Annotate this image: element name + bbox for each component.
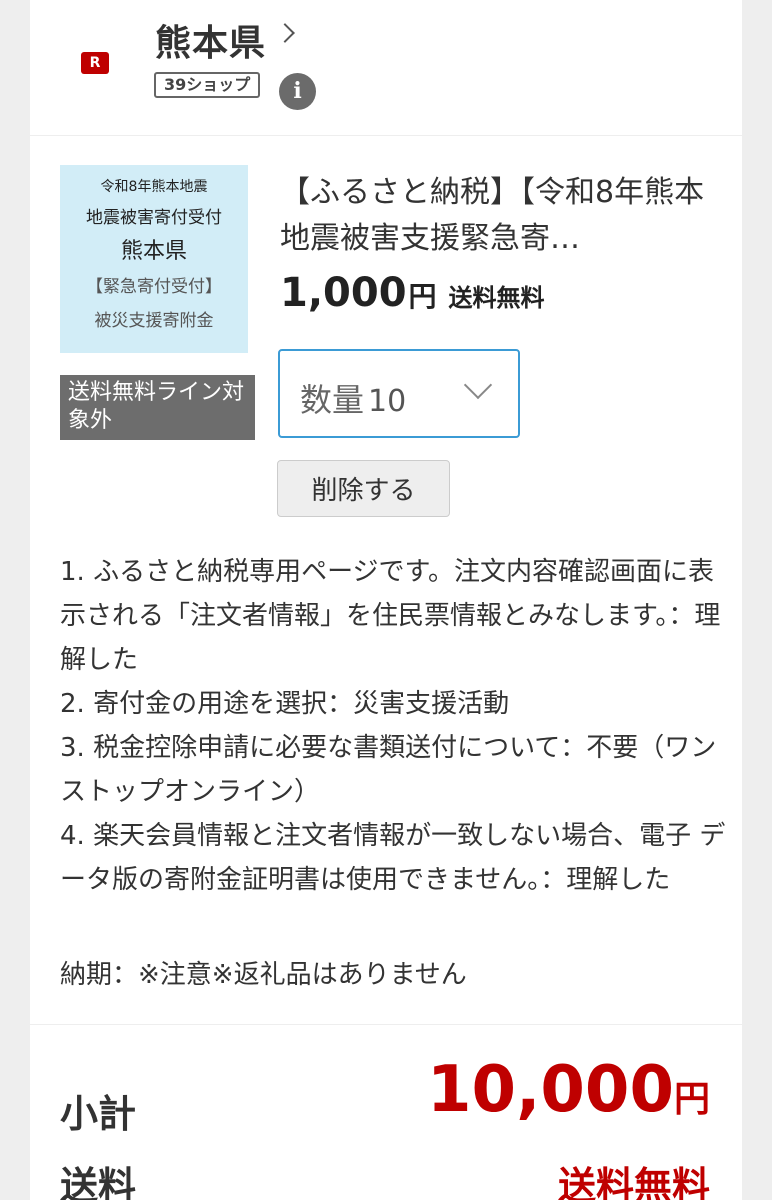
price-unit: 円 — [408, 280, 437, 313]
quantity-select[interactable]: 数量 10 — [278, 349, 520, 438]
quantity-display: 数量 10 — [300, 375, 406, 421]
price-row: 1,000円 送料無料 — [280, 270, 545, 316]
option-line: 2. 寄付金の用途を選択：災害支援活動 — [60, 689, 510, 719]
item-price: 1,000 — [280, 270, 407, 316]
info-icon[interactable]: i — [279, 73, 316, 110]
shop-badge: 39ショップ — [154, 72, 261, 98]
shipping-line-tag: 送料無料ライン対象外 — [60, 375, 255, 440]
quantity-label: 数量 — [300, 381, 365, 419]
shop-name-link[interactable]: 熊本県 — [155, 14, 266, 66]
item-shipping-note: 送料無料 — [448, 284, 545, 312]
cart-item: 令和8年熊本地震 地震被害寄付受付 熊本県 【緊急寄付受付】 被災支援寄附金 送… — [30, 136, 742, 1024]
shipping-label: 送料 — [60, 1164, 137, 1200]
product-thumbnail[interactable]: 令和8年熊本地震 地震被害寄付受付 熊本県 【緊急寄付受付】 被災支援寄附金 — [60, 165, 248, 353]
thumbnail-text: 令和8年熊本地震 — [100, 179, 208, 195]
subtotal-amount: 10,000円 — [427, 1053, 710, 1127]
quantity-value: 10 — [368, 384, 407, 419]
option-line: 1. ふるさと納税専用ページです。注文内容確認画面に表 示される「注文者情報」を… — [60, 557, 721, 675]
option-line: 4. 楽天会員情報と注文者情報が一致しない場合、電子 データ版の寄附金証明書は使… — [60, 821, 726, 895]
chevron-down-icon — [463, 370, 493, 400]
thumbnail-text: 【緊急寄付受付】 — [86, 277, 222, 297]
shop-logo-icon: R — [81, 52, 109, 74]
subtotal-unit: 円 — [673, 1079, 710, 1120]
subtotal-label: 小計 — [60, 1092, 137, 1136]
option-line: 3. 税金控除申請に必要な書類送付について：不要（ワンストップオンライン） — [60, 733, 717, 807]
delete-button[interactable]: 削除する — [277, 460, 450, 517]
shop-header: R 熊本県 39ショップ i — [30, 0, 742, 135]
chevron-right-icon[interactable] — [275, 23, 295, 43]
thumbnail-text: 熊本県 — [120, 239, 187, 264]
item-options: 1. ふるさと納税専用ページです。注文内容確認画面に表 示される「注文者情報」を… — [60, 550, 728, 902]
thumbnail-text: 地震被害寄付受付 — [86, 208, 222, 228]
subtotal-value: 10,000 — [427, 1053, 674, 1127]
product-title-link[interactable]: 【ふるさと納税】【令和8年熊本地震被害支援緊急寄… — [280, 170, 720, 262]
delivery-note: 納期：※注意※返礼品はありません — [60, 960, 467, 990]
shipping-value: 送料無料 — [557, 1164, 710, 1200]
order-summary: 小計 10,000円 送料 送料無料 — [30, 1025, 742, 1200]
thumbnail-text: 被災支援寄附金 — [94, 311, 214, 331]
